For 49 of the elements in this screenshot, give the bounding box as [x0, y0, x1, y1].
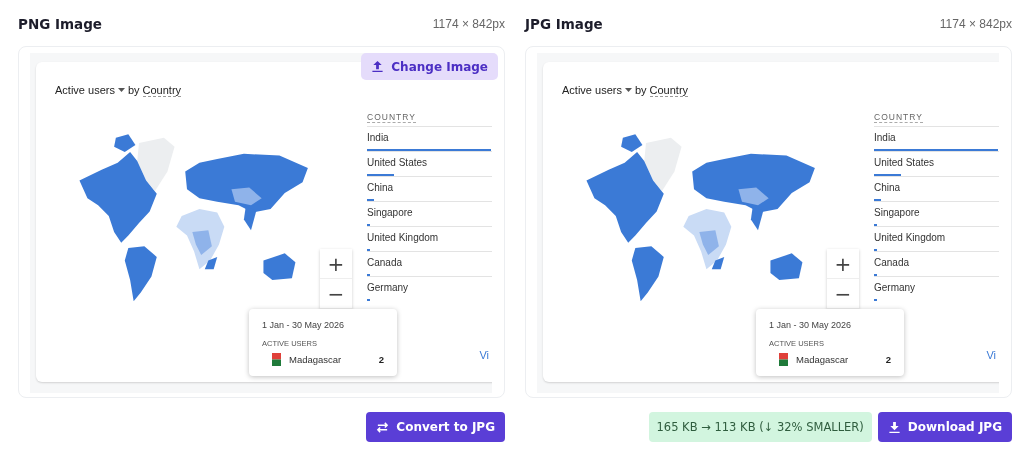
tooltip-date: 1 Jan - 30 May 2026: [262, 320, 346, 330]
swap-arrows-icon: [376, 420, 390, 434]
download-button[interactable]: Download JPG: [877, 412, 1012, 442]
country-name: Singapore: [367, 207, 414, 218]
zoom-in-button[interactable]: +: [320, 249, 352, 279]
country-name: India: [874, 132, 897, 143]
panel-title: PNG Image: [18, 16, 102, 32]
tooltip-value: 2: [885, 354, 891, 365]
size-reduction-badge: 165 KB → 113 KB (↓ 32% SMALLER): [648, 412, 872, 442]
caret-icon[interactable]: [117, 88, 125, 92]
country-name: Singapore: [874, 207, 921, 218]
tooltip-country: Madagascar: [289, 354, 343, 365]
country-name: United Kingdom: [367, 232, 440, 243]
flag-icon: [775, 353, 788, 366]
column-header: COUNTRY: [367, 112, 416, 123]
country-name: Germany: [874, 282, 917, 293]
view-link[interactable]: Vi: [986, 349, 996, 361]
view-link[interactable]: Vi: [479, 349, 489, 361]
by-label: by: [127, 84, 140, 96]
country-name: Canada: [367, 257, 404, 268]
tooltip-date: 1 Jan - 30 May 2026: [769, 320, 853, 330]
download-icon: [887, 420, 901, 434]
country-name: China: [367, 182, 395, 193]
image-dimensions: 1174 × 842px: [432, 17, 505, 31]
convert-button[interactable]: Convert to JPG: [366, 412, 505, 442]
dimension-label[interactable]: Country: [142, 83, 182, 97]
metric-label[interactable]: Active users: [55, 84, 115, 96]
panel-title: JPG Image: [525, 16, 603, 32]
zoom-in-button[interactable]: +: [827, 249, 859, 279]
country-name: Germany: [367, 282, 410, 293]
caret-icon[interactable]: [624, 88, 632, 92]
by-label: by: [634, 84, 647, 96]
country-name: India: [367, 132, 390, 143]
country-name: United States: [874, 157, 936, 168]
column-header: COUNTRY: [874, 112, 923, 123]
country-name: United Kingdom: [874, 232, 947, 243]
image-dimensions: 1174 × 842px: [939, 17, 1012, 31]
country-name: United States: [367, 157, 429, 168]
tooltip-value: 2: [378, 354, 384, 365]
dimension-label[interactable]: Country: [649, 83, 689, 97]
metric-label[interactable]: Active users: [562, 84, 622, 96]
zoom-out-button[interactable]: −: [827, 279, 859, 309]
tooltip-country: Madagascar: [796, 354, 850, 365]
country-name: China: [874, 182, 902, 193]
change-image-button[interactable]: Change Image: [361, 53, 498, 80]
zoom-out-button[interactable]: −: [320, 279, 352, 309]
flag-icon: [268, 353, 281, 366]
upload-icon: [371, 60, 385, 73]
country-name: Canada: [874, 257, 911, 268]
